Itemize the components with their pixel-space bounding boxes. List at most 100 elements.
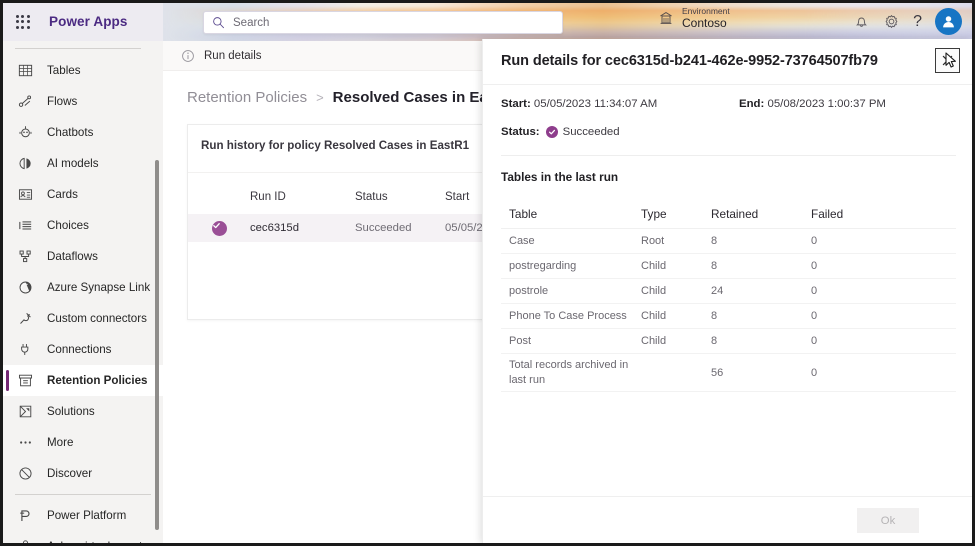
user-icon (943, 16, 954, 28)
tables-section-title: Tables in the last run (501, 170, 619, 184)
environment-text: Environment Contoso (682, 6, 730, 30)
breadcrumb-parent[interactable]: Retention Policies (187, 89, 307, 106)
cell-table: Phone To Case Process (509, 310, 627, 322)
gear-icon[interactable] (883, 13, 900, 30)
help-icon[interactable]: ? (913, 13, 922, 30)
search-input[interactable]: Search (203, 11, 563, 34)
sidebar-item-label: Dataflows (47, 250, 98, 263)
cell-table: postregarding (509, 260, 577, 272)
sidebar-item-label: More (47, 436, 74, 449)
column-table[interactable]: Table (501, 207, 641, 221)
cell-retained: 8 (711, 335, 718, 347)
start-label: Start: (501, 98, 531, 110)
grid-waffle-icon[interactable] (15, 14, 31, 30)
cell-status: Succeeded (355, 222, 412, 234)
sidebar-item-azure-synapse-link[interactable]: Azure Synapse Link (3, 272, 163, 303)
start-value: 05/05/2023 11:34:07 AM (533, 98, 658, 110)
card-title: Run history for policy Resolved Cases in… (201, 139, 470, 152)
sidebar-item-label: Cards (47, 188, 78, 201)
sidebar: Tables Flows Chatbots AI models Cards Ch… (3, 41, 163, 543)
cell-type: Child (641, 310, 667, 322)
end-meta: End: 05/08/2023 1:00:37 PM (739, 98, 886, 110)
command-bar-label[interactable]: Run details (204, 50, 262, 62)
sidebar-item-connections[interactable]: Connections (3, 334, 163, 365)
sidebar-item-label: Connections (47, 343, 112, 356)
sidebar-item-cards[interactable]: Cards (3, 179, 163, 210)
ai-models-icon (19, 157, 31, 170)
column-type[interactable]: Type (641, 207, 711, 221)
end-label: End: (739, 98, 765, 110)
sidebar-item-label: Flows (47, 95, 78, 108)
row-select-cell[interactable] (188, 220, 250, 236)
status-label: Status: (501, 126, 540, 138)
sidebar-item-chatbots[interactable]: Chatbots (3, 117, 163, 148)
tables-table-header: Table Type Retained Failed (501, 199, 956, 229)
sidebar-item-flows[interactable]: Flows (3, 86, 163, 117)
sidebar-item-discover[interactable]: Discover (3, 458, 163, 489)
sidebar-item-custom-connectors[interactable]: Custom connectors (3, 303, 163, 334)
cell-run-id: cec6315d (250, 222, 299, 234)
column-failed[interactable]: Failed (811, 207, 911, 221)
panel-header: Run details for cec6315d-b241-462e-9952-… (483, 39, 972, 85)
check-circle-icon (212, 220, 227, 236)
sidebar-item-label: Choices (47, 219, 89, 232)
sidebar-item-solutions[interactable]: Solutions (3, 396, 163, 427)
ok-button[interactable]: Ok (857, 508, 919, 533)
cell-failed: 0 (811, 285, 818, 297)
panel-title: Run details for cec6315d-b241-462e-9952-… (501, 53, 878, 69)
table-row-total: Total records archived in last run 56 0 (501, 354, 956, 393)
sidebar-item-retention-policies[interactable]: Retention Policies (3, 365, 163, 396)
sidebar-item-label: Ask a virtual agent (47, 540, 142, 543)
sidebar-divider-top (15, 48, 141, 49)
table-row: Case Root 8 0 (501, 229, 956, 254)
sidebar-item-label: Power Platform (47, 509, 127, 522)
column-status[interactable]: Status (355, 191, 445, 203)
app-header: Power Apps Search Environment Contoso ? (3, 3, 972, 41)
more-ellipsis-icon (20, 441, 31, 444)
info-circle-icon (182, 49, 194, 62)
sidebar-item-ai-models[interactable]: AI models (3, 148, 163, 179)
dataflows-icon (19, 250, 31, 263)
sidebar-item-label: Custom connectors (47, 312, 147, 325)
start-meta: Start: 05/05/2023 11:34:07 AM (501, 98, 657, 110)
cell-retained: 8 (711, 235, 718, 247)
sidebar-item-label: Discover (47, 467, 93, 480)
cell-failed: 0 (811, 335, 818, 347)
sidebar-item-label: Azure Synapse Link (47, 281, 151, 294)
environment-selector[interactable]: Environment Contoso (658, 6, 730, 30)
cell-table: Total records archived in last run (509, 359, 629, 386)
sidebar-item-label: Retention Policies (47, 374, 148, 387)
sidebar-item-more[interactable]: More (3, 427, 163, 458)
bell-icon[interactable] (853, 13, 870, 30)
app-brand-title[interactable]: Power Apps (49, 14, 128, 29)
search-icon (213, 17, 224, 29)
environment-icon (660, 12, 672, 25)
column-run-id[interactable]: Run ID (250, 191, 355, 203)
sidebar-scrollbar[interactable] (155, 160, 159, 530)
sidebar-item-power-platform[interactable]: Power Platform (3, 500, 163, 531)
choices-list-icon (19, 221, 32, 230)
breadcrumb-separator: > (316, 90, 324, 105)
sidebar-item-dataflows[interactable]: Dataflows (3, 241, 163, 272)
sidebar-item-choices[interactable]: Choices (3, 210, 163, 241)
tables-in-last-run-table: Table Type Retained Failed Case Root 8 0… (501, 199, 956, 393)
sidebar-item-tables[interactable]: Tables (3, 55, 163, 86)
sidebar-item-ask-a-virtual-agent[interactable]: Ask a virtual agent (3, 531, 163, 543)
status-badge: Succeeded (562, 126, 620, 138)
discover-icon (19, 467, 32, 480)
solutions-icon (19, 405, 32, 418)
environment-value: Contoso (682, 15, 727, 30)
cell-type: Child (641, 335, 667, 347)
cell-failed: 0 (811, 310, 818, 322)
run-details-panel: Run details for cec6315d-b241-462e-9952-… (482, 39, 972, 543)
breadcrumb: Retention Policies > Resolved Cases in E… (187, 89, 520, 106)
sidebar-divider-bottom (15, 494, 151, 495)
column-retained[interactable]: Retained (711, 207, 811, 221)
header-action-icons: ? (853, 8, 962, 35)
avatar[interactable] (935, 8, 962, 35)
cell-failed: 0 (811, 366, 818, 379)
cell-table: Case (509, 235, 535, 247)
sidebar-item-label: Chatbots (47, 126, 94, 139)
retention-policies-icon (18, 374, 33, 387)
close-panel-button[interactable] (935, 48, 960, 73)
